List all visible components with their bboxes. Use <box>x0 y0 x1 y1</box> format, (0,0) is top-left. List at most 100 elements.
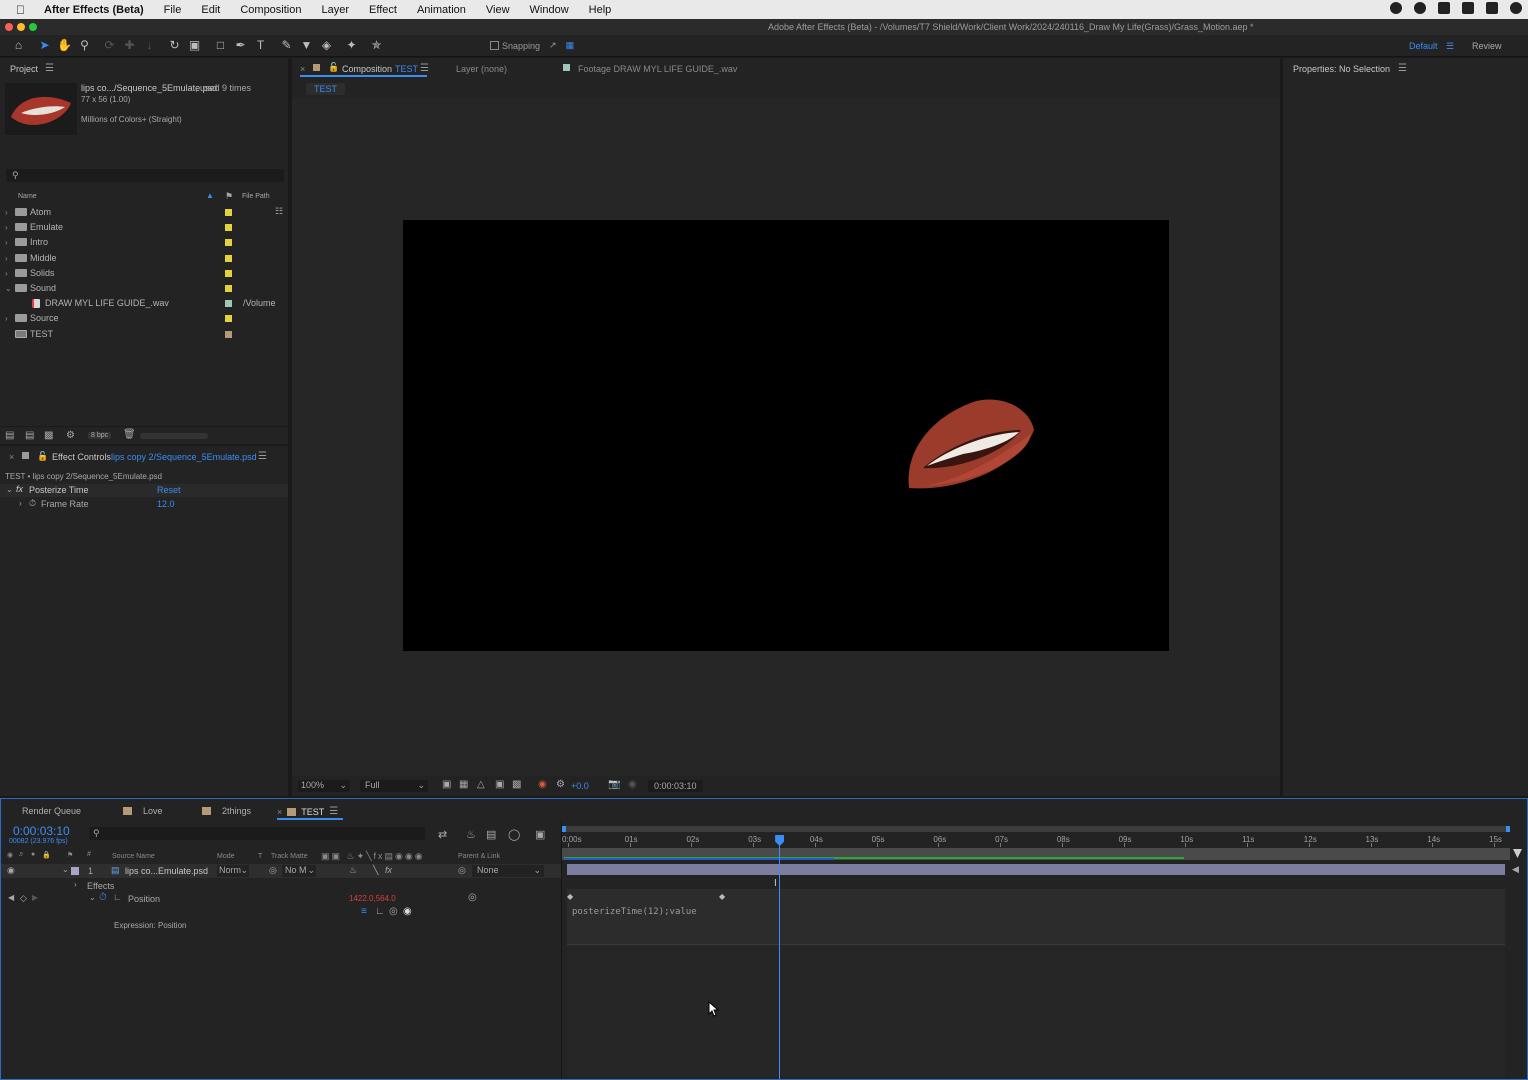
apple-icon[interactable]:  <box>16 3 32 17</box>
parent-dropdown[interactable]: None ⌄ <box>472 865 544 877</box>
workspace-default[interactable]: Default <box>1409 41 1438 51</box>
snapshot-camera-icon[interactable]: 📷 <box>608 779 620 790</box>
creative-cloud-icon[interactable] <box>1414 2 1426 14</box>
clone-stamp-tool-icon[interactable]: ▼ <box>299 38 314 53</box>
position-property-row[interactable]: ◀ ◇ ▶ ⌄ ⏱ ∟ Position 1422.0,564.0 ◎ <box>1 892 561 905</box>
tab-2things[interactable]: 2things <box>202 806 251 816</box>
project-item-label[interactable] <box>225 269 232 277</box>
chevron-right-icon[interactable]: › <box>5 314 8 323</box>
notion-icon[interactable] <box>1462 2 1474 14</box>
resolution-dropdown[interactable]: Full ⌄ <box>360 780 428 792</box>
frame-blending-icon[interactable]: ▤ <box>486 828 496 841</box>
solo-toggle-icon[interactable]: ● <box>31 851 35 858</box>
video-toggle-icon[interactable]: ◉ <box>7 851 13 859</box>
project-item-label[interactable] <box>225 254 232 262</box>
pen-tool-icon[interactable]: ✒ <box>233 38 248 53</box>
rotation-tool-icon[interactable]: ↻ <box>167 38 182 53</box>
expression-graph-icon[interactable]: ∟ <box>375 906 385 917</box>
snapping-toggle[interactable]: Snapping ↗ ▦ <box>490 40 574 51</box>
keyframe-diamond-icon[interactable]: ◆ <box>567 892 573 901</box>
layer-duration-bar[interactable] <box>567 864 1505 875</box>
project-item-row[interactable]: › Intro <box>0 235 288 250</box>
record-icon[interactable] <box>1390 2 1402 14</box>
orbit-camera-icon[interactable]: ⟳ <box>102 38 117 53</box>
project-search-input[interactable]: ⚲ <box>6 169 284 182</box>
motion-blur-icon[interactable]: ◯ <box>508 828 520 841</box>
effect-reset-link[interactable]: Reset <box>157 485 181 495</box>
menu-view[interactable]: View <box>486 4 510 16</box>
sort-ascending-icon[interactable]: ▲ <box>206 191 214 200</box>
column-parent-link[interactable]: Parent & Link <box>458 853 500 860</box>
minimize-window-button[interactable] <box>17 23 25 31</box>
comp-lock-icon[interactable]: 🔓 <box>328 62 339 73</box>
layer-viewer-tab[interactable]: Layer (none) <box>456 64 507 74</box>
position-value[interactable]: 1422.0,564.0 <box>349 894 396 903</box>
project-item-label[interactable] <box>225 285 232 292</box>
menu-effect[interactable]: Effect <box>369 4 397 16</box>
lock-icon[interactable]: 🔒 <box>42 851 51 859</box>
comp-mini-flowchart-icon[interactable]: ⇄ <box>438 828 447 841</box>
menu-edit[interactable]: Edit <box>201 4 220 16</box>
project-item-row[interactable]: DRAW MYL LIFE GUIDE_.wav/Volume <box>0 296 288 311</box>
graph-icon[interactable]: ∟ <box>113 892 122 902</box>
column-mode[interactable]: Mode <box>217 853 235 860</box>
property-pickwhip-icon[interactable]: ◎ <box>468 892 477 903</box>
column-t[interactable]: T <box>258 853 262 860</box>
grid-icon[interactable] <box>1438 2 1450 14</box>
timeline-graph-area[interactable]: 0:00s 01s 02s 03s 04s 05s 06s 07s 08s 09s 10s 11s 12… <box>561 821 1527 1079</box>
expression-pickwhip-icon[interactable]: ◎ <box>389 906 398 917</box>
expand-effect-chevron-icon[interactable]: ⌄ <box>6 485 13 494</box>
next-keyframe-icon[interactable]: ▶ <box>32 893 38 902</box>
keyframe-diamond-icon[interactable]: ◆ <box>719 892 725 901</box>
column-track-matte[interactable]: Track Matte <box>271 853 308 860</box>
layer-row[interactable]: ◉ ⌄ 1 ▤ lips co...Emulate.psd Norm ⌄ ◎ N… <box>1 864 561 878</box>
selection-tool-icon[interactable]: ➤ <box>37 38 52 53</box>
effect-row-posterize-time[interactable]: ⌄ fx Posterize Time Reset <box>0 484 288 497</box>
effect-controls-menu-icon[interactable]: ☰ <box>258 451 267 462</box>
viewer-timecode[interactable]: 0:00:03:10 <box>648 780 703 792</box>
frame-rate-value[interactable]: 12.0 <box>157 499 175 509</box>
label-column-icon[interactable]: ⚑ <box>67 851 73 859</box>
composition-menu-icon[interactable]: ☰ <box>420 63 429 74</box>
timeline-search-input[interactable]: ⚲ <box>89 827 425 840</box>
menu-file[interactable]: File <box>164 4 182 16</box>
comp-button-icon[interactable]: ◀ <box>1512 864 1519 875</box>
expand-layer-chevron-icon[interactable]: ⌄ <box>62 865 69 874</box>
effects-group-row[interactable]: › Effects <box>1 879 561 892</box>
expression-language-menu-icon[interactable]: ◉ <box>403 906 412 917</box>
project-item-row[interactable]: › Atom <box>0 205 288 220</box>
expression-text[interactable]: posterizeTime(12);value <box>572 907 697 917</box>
stopwatch-icon[interactable]: ⏱ <box>99 892 107 903</box>
project-item-label[interactable] <box>225 224 232 232</box>
label-column-icon[interactable]: ⚑ <box>225 191 233 202</box>
exposure-value[interactable]: +0.0 <box>571 781 589 791</box>
comp-duration-bar[interactable] <box>562 848 1510 860</box>
effect-controls-tab[interactable]: Effect Controls <box>52 452 111 462</box>
project-item-label[interactable] <box>225 300 232 308</box>
eye-icon[interactable]: ◉ <box>7 865 15 876</box>
layer-name[interactable]: lips co...Emulate.psd <box>125 866 208 876</box>
effect-controls-layer-link[interactable]: lips copy 2/Sequence_5Emulate.psd <box>111 452 257 462</box>
stopwatch-icon[interactable]: ⏱ <box>29 498 36 509</box>
project-settings-icon[interactable]: ⚙ <box>66 430 75 441</box>
project-item-row[interactable]: › Source <box>0 311 288 326</box>
rectangle-tool-icon[interactable]: □ <box>213 38 228 53</box>
chevron-right-icon[interactable]: › <box>5 238 8 247</box>
bit-depth-button[interactable]: 8 bpc <box>88 432 112 439</box>
hand-tool-icon[interactable]: ✋ <box>57 38 72 53</box>
project-item-row[interactable]: TEST <box>0 327 288 342</box>
add-keyframe-icon[interactable]: ◇ <box>20 893 27 904</box>
show-snapshot-icon[interactable]: ◉ <box>628 779 637 790</box>
project-item-label[interactable] <box>225 315 232 323</box>
exposure-reset-icon[interactable]: ⚙ <box>556 779 565 790</box>
project-item-row[interactable]: ⌄ Sound <box>0 281 288 296</box>
close-tab-icon[interactable]: × <box>9 452 14 462</box>
lock-icon[interactable]: 🔓 <box>37 451 48 462</box>
tab-test[interactable]: × TEST ☰ <box>277 806 338 817</box>
layer-switches-icons[interactable]: ▣▣ ♨✦╲fx▤◉◉◉ <box>321 851 425 862</box>
layer-mode-dropdown[interactable]: Norm ⌄ <box>217 865 249 877</box>
expand-effects-chevron-icon[interactable]: › <box>74 880 77 889</box>
project-item-row[interactable]: › Middle <box>0 251 288 266</box>
home-icon[interactable]: ⌂ <box>11 38 26 53</box>
audio-toggle-icon[interactable]: ♬ <box>18 851 25 858</box>
